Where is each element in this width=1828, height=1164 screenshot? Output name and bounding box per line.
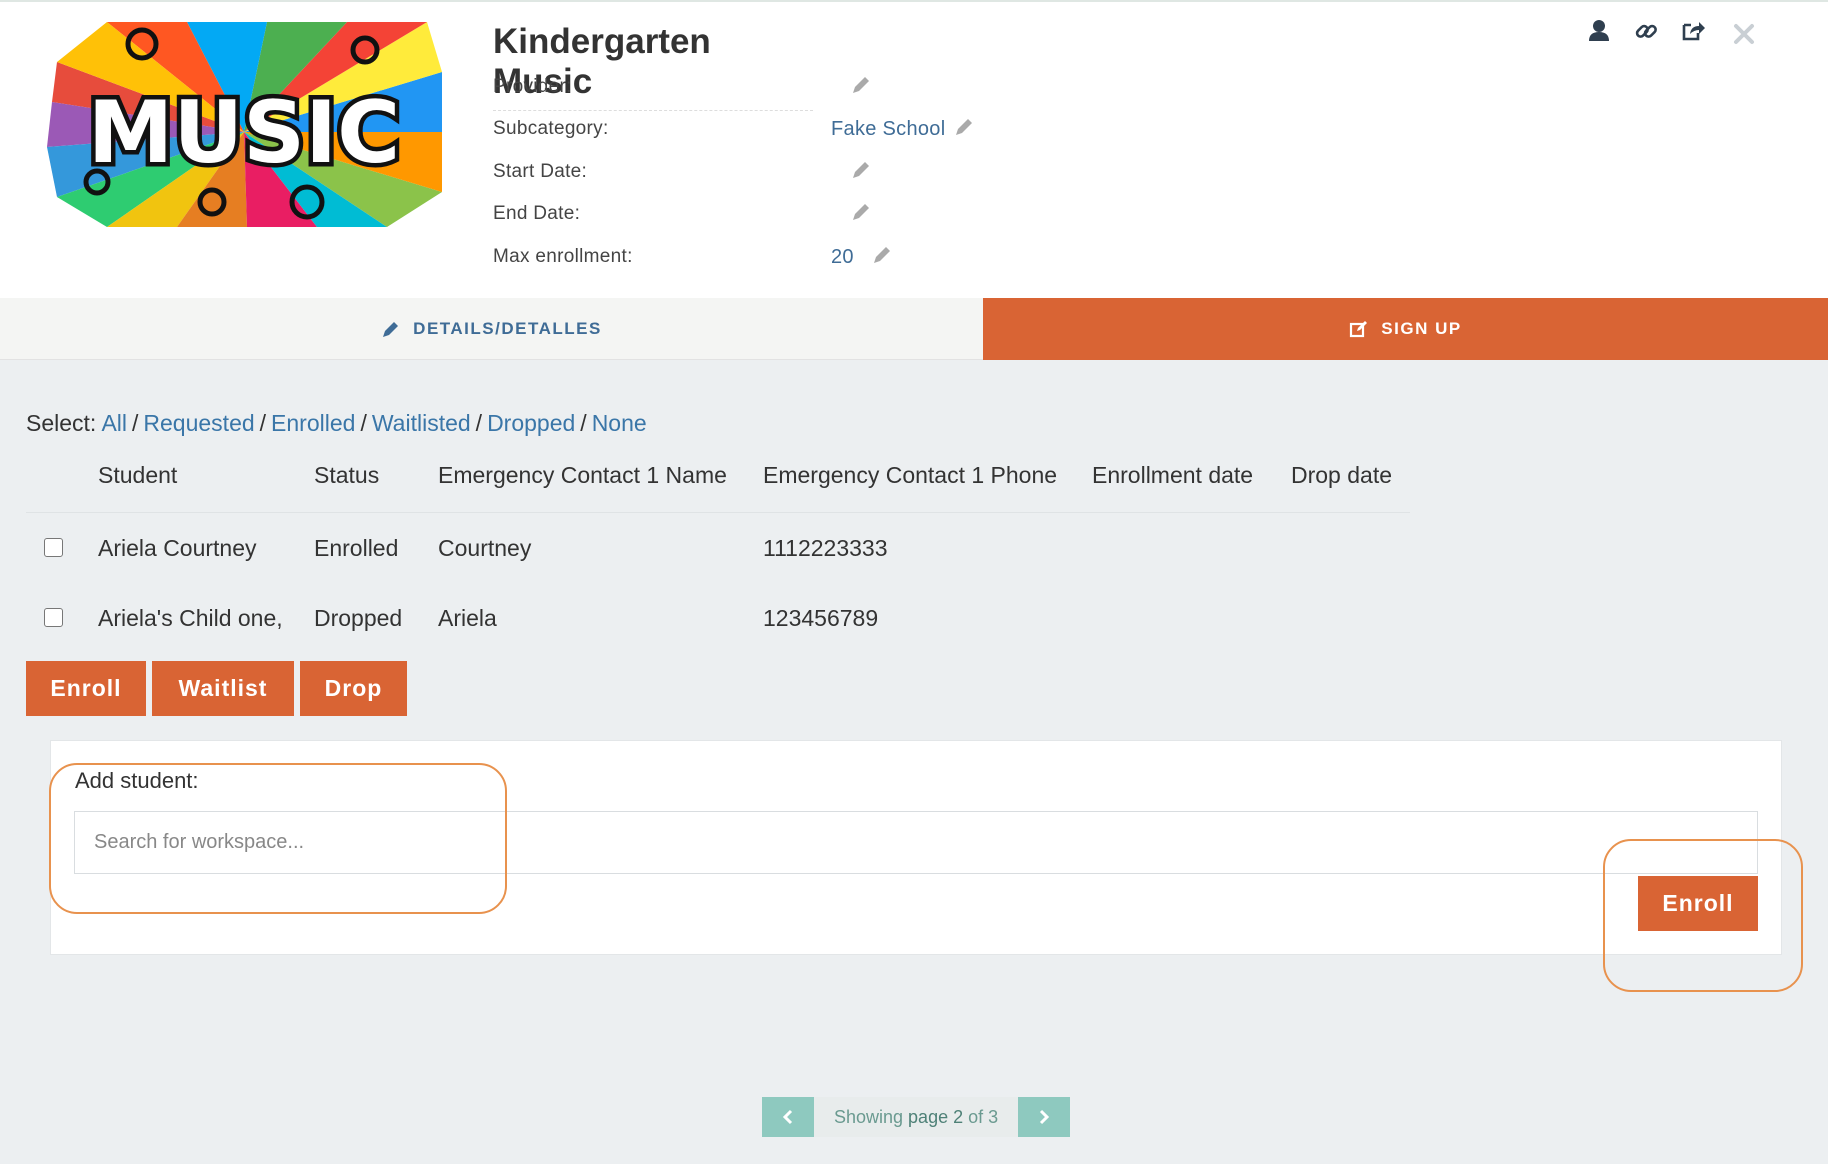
user-icon[interactable]	[1585, 17, 1613, 45]
select-prefix: Select:	[26, 410, 97, 436]
pagination: Showing page 2 of 3	[762, 1097, 1071, 1137]
search-highlight-outline	[49, 763, 507, 914]
edit-provider-pencil-icon[interactable]	[850, 74, 872, 96]
enroll-highlight-outline	[1603, 839, 1803, 992]
table-cell-student: Ariela's Child one,	[98, 605, 283, 631]
next-page-button[interactable]	[1018, 1097, 1071, 1137]
drop-button[interactable]: Drop	[300, 661, 407, 716]
column-header-drop-date: Drop date	[1291, 462, 1393, 488]
table-cell-student: Ariela Courtney	[98, 535, 257, 561]
table-cell-contact-name: Ariela	[438, 605, 497, 631]
pencil-icon	[383, 321, 399, 337]
select-all-link[interactable]: All	[101, 410, 127, 436]
tab-details[interactable]: DETAILS/DETALLES	[0, 298, 983, 360]
table-cell-contact-phone: 123456789	[763, 605, 879, 631]
column-header-contact-phone: Emergency Contact 1 Phone	[763, 462, 1058, 488]
provider-label: Provider:	[493, 76, 572, 97]
tab-signup-label: SIGN UP	[1381, 319, 1462, 338]
subcategory-value[interactable]: Fake School	[831, 118, 945, 141]
select-waitlisted-link[interactable]: Waitlisted	[372, 410, 471, 436]
row-checkbox[interactable]	[44, 608, 63, 627]
end-date-label: End Date:	[493, 203, 581, 224]
edit-start-date-pencil-icon[interactable]	[850, 159, 872, 181]
subcategory-label: Subcategory:	[493, 118, 609, 139]
table-cell-status: Dropped	[314, 605, 403, 631]
table-cell-status: Enrolled	[314, 535, 399, 561]
pager-total: of 3	[968, 1106, 999, 1127]
max-enrollment-value: 20	[831, 246, 854, 268]
select-filter: Select: All / Requested / Enrolled / Waitliste…	[26, 410, 647, 436]
start-date-label: Start Date:	[493, 161, 588, 182]
pager-showing: Showing	[834, 1106, 904, 1127]
link-icon[interactable]	[1632, 17, 1660, 45]
tab-details-label: DETAILS/DETALLES	[413, 318, 602, 338]
table-cell-contact-name: Courtney	[438, 535, 532, 561]
table-cell-contact-phone: 1112223333	[763, 535, 888, 561]
edit-max-enrollment-pencil-icon[interactable]	[871, 244, 893, 266]
column-header-student: Student	[98, 462, 178, 488]
row-checkbox[interactable]	[44, 538, 63, 557]
page-indicator: Showing page 2 of 3	[814, 1097, 1019, 1137]
edit-end-date-pencil-icon[interactable]	[850, 201, 872, 223]
select-none-link[interactable]: None	[592, 410, 647, 436]
table-header-divider	[26, 512, 1410, 513]
select-enrolled-link[interactable]: Enrolled	[271, 410, 355, 436]
enroll-button[interactable]: Enroll	[26, 661, 146, 716]
chevron-left-icon	[782, 1109, 793, 1125]
chevron-right-icon	[1040, 1109, 1050, 1125]
logo-text: MUSIC	[88, 83, 400, 183]
tab-signup[interactable]: SIGN UP	[983, 298, 1828, 360]
edit-subcategory-pencil-icon[interactable]	[953, 116, 975, 138]
share-icon[interactable]	[1679, 17, 1707, 45]
music-logo: MUSIC	[47, 22, 442, 227]
column-header-contact-name: Emergency Contact 1 Name	[438, 462, 727, 488]
waitlist-button[interactable]: Waitlist	[152, 661, 294, 716]
select-dropped-link[interactable]: Dropped	[487, 410, 575, 436]
max-enrollment-label: Max enrollment:	[493, 246, 633, 267]
select-requested-link[interactable]: Requested	[143, 410, 254, 436]
column-header-status: Status	[314, 462, 380, 488]
pager-current-page: page 2	[908, 1106, 964, 1127]
close-icon[interactable]	[1730, 20, 1758, 48]
column-header-enrollment-date: Enrollment date	[1092, 462, 1254, 488]
edit-square-icon	[1350, 321, 1368, 338]
previous-page-button[interactable]	[762, 1097, 814, 1137]
